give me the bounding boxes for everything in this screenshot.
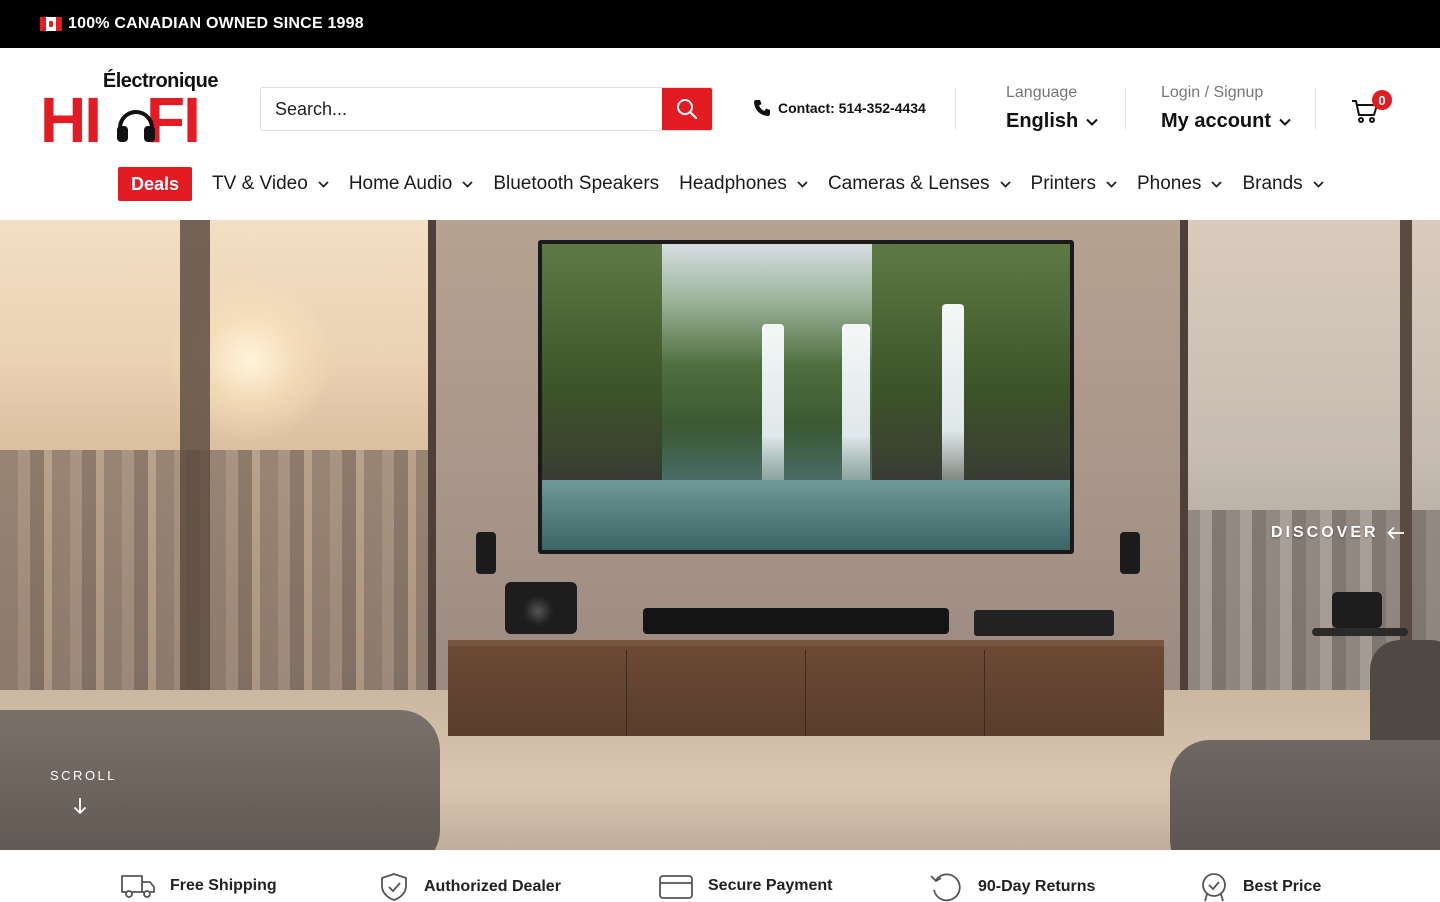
contact-link[interactable]: Contact: 514-352-4434 [752,98,926,118]
headphones-logo-icon [117,110,155,142]
chevron-down-icon [1086,118,1098,126]
chevron-down-icon [1279,118,1291,126]
credit-card-icon [659,875,693,899]
shield-check-icon [381,873,407,901]
nav-item-tv-video[interactable]: TV & Video [212,173,329,195]
login-signup-label: Login / Signup [1161,84,1264,101]
badge-check-icon [1202,873,1226,902]
language-value: English [1006,110,1098,133]
search-input[interactable] [261,88,662,130]
nav-item-phones[interactable]: Phones [1137,173,1223,195]
hero-camera-side [1332,592,1382,628]
hero-banner[interactable]: DISCOVER SCROLL [0,220,1440,850]
screen-waterfall [942,304,964,484]
language-label: Language [1006,84,1078,101]
hero-scroll-indicator[interactable]: SCROLL [50,768,115,815]
hero-speaker-left [476,532,496,574]
hero-speaker-right [1120,532,1140,574]
phone-icon [754,100,770,116]
header-divider [955,88,956,130]
feature-90-day-returns: 90-Day Returns [928,872,1095,902]
header-divider [1125,88,1126,130]
search-bar [260,87,713,131]
nav-item-printers[interactable]: Printers [1031,173,1117,195]
tv-screen-waterfall [542,244,1070,550]
hero-camera [505,582,577,634]
chevron-down-icon [1211,180,1223,188]
screen-cliff [872,244,1070,484]
chevron-down-icon [318,180,329,188]
search-icon [677,99,698,120]
chevron-down-icon [999,180,1011,188]
nav-item-brands[interactable]: Brands [1242,173,1324,195]
cabinet-divider [626,650,627,736]
feature-authorized-dealer: Authorized Dealer [378,872,561,902]
cabinet-divider [805,650,806,736]
hero-turntable [974,610,1114,636]
hero-side-table [1312,628,1408,636]
hero-window-frame [428,220,436,690]
cart-button[interactable]: 0 [1350,90,1392,126]
cabinet-divider [984,650,985,736]
screen-water [542,480,1070,550]
contact-text: Contact: 514-352-4434 [778,100,926,116]
language-selector[interactable]: Language English [1006,84,1098,133]
hero-tv [538,240,1074,554]
nav-item-cameras-lenses[interactable]: Cameras & Lenses [828,173,1011,195]
announcement-bar: 100% CANADIAN OWNED SINCE 1998 [0,0,1440,48]
arrow-left-icon [1386,526,1404,540]
canada-flag-icon [40,17,62,31]
chevron-down-icon [462,180,473,188]
announcement-text: 100% CANADIAN OWNED SINCE 1998 [68,15,364,32]
screen-waterfall [842,324,870,484]
account-menu[interactable]: Login / Signup My account [1161,84,1291,133]
hero-city-left [0,450,430,690]
site-logo[interactable]: Électronique HI FI [40,70,220,152]
hero-sofa-right [1170,740,1440,850]
feature-free-shipping: Free Shipping [120,872,277,900]
nav-deals-button[interactable]: Deals [118,167,193,201]
account-value: My account [1161,110,1291,133]
feature-best-price: Best Price [1199,872,1321,902]
hero-soundbar [643,608,949,634]
scroll-label: SCROLL [50,768,118,783]
nav-item-headphones[interactable]: Headphones [679,173,808,195]
feature-secure-payment: Secure Payment [658,872,833,900]
feature-strip: Free Shipping Authorized Dealer Secure P… [0,850,1440,902]
truck-icon [121,875,155,898]
hero-window-frame [180,220,210,690]
chevron-down-icon [1106,180,1117,188]
chevron-down-icon [797,180,808,188]
main-nav: Deals TV & Video Home Audio Bluetooth Sp… [118,167,1344,201]
search-button[interactable] [662,88,712,130]
hero-tv-cabinet [448,640,1164,736]
nav-item-bluetooth-speakers[interactable]: Bluetooth Speakers [493,173,659,195]
screen-cliff [542,244,662,484]
header-divider [1315,88,1316,130]
screen-waterfall [762,324,784,484]
hero-window-frame [1400,220,1412,690]
arrow-down-icon [73,798,87,815]
returns-icon [930,873,961,902]
hero-discover-link[interactable]: DISCOVER [1271,524,1405,542]
cart-count-badge: 0 [1372,90,1392,110]
chevron-down-icon [1313,180,1324,188]
site-header: Électronique HIFI Contact: 514-352-4434 … [0,48,1440,220]
nav-item-home-audio[interactable]: Home Audio [349,173,474,195]
hero-window-frame [1180,220,1188,690]
